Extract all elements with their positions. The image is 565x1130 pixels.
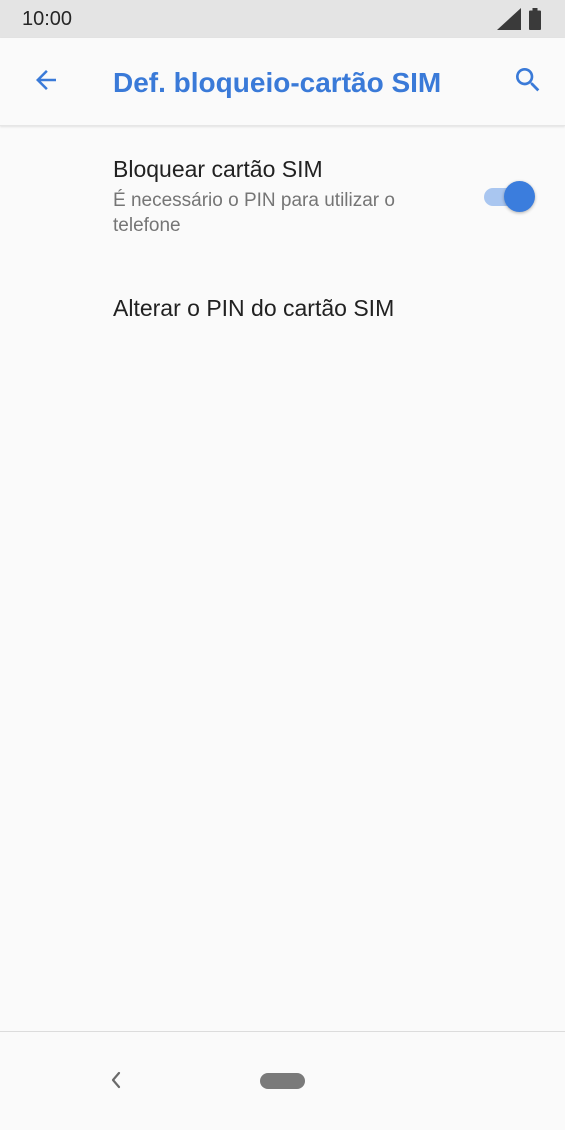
sim-lock-title: Bloquear cartão SIM <box>113 156 323 182</box>
signal-icon <box>497 8 521 30</box>
back-button[interactable] <box>24 60 68 104</box>
sim-lock-preference[interactable]: Bloquear cartão SIM É necessário o PIN p… <box>0 140 565 260</box>
chevron-left-icon <box>109 1071 123 1094</box>
search-icon <box>512 64 544 101</box>
navigation-bar <box>0 1031 565 1130</box>
battery-icon <box>529 8 541 30</box>
status-icons <box>497 8 541 30</box>
toggle-thumb <box>504 181 535 212</box>
sim-lock-summary: É necessário o PIN para utilizar o telef… <box>113 190 395 236</box>
sim-lock-toggle[interactable] <box>482 180 536 212</box>
app-bar: Def. bloqueio-cartão SIM <box>0 38 565 126</box>
page-title: Def. bloqueio-cartão SIM <box>113 67 442 98</box>
change-pin-title: Alterar o PIN do cartão SIM <box>113 295 395 321</box>
status-bar: 10:00 <box>0 0 565 38</box>
search-button[interactable] <box>506 60 550 104</box>
home-pill-icon[interactable] <box>260 1073 305 1089</box>
nav-back-button[interactable] <box>100 1066 132 1098</box>
change-pin-preference[interactable]: Alterar o PIN do cartão SIM <box>0 270 565 346</box>
arrow-back-icon <box>31 65 61 100</box>
status-time: 10:00 <box>22 7 73 30</box>
